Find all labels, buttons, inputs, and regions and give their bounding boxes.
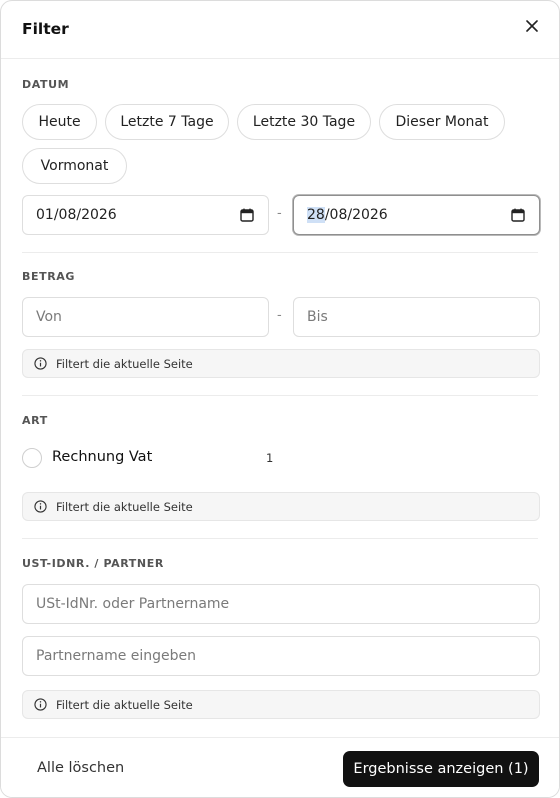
modal-title: Filter (22, 20, 69, 38)
vat-id-input[interactable]: USt-IdNr. oder Partnername (22, 584, 540, 624)
date-range-separator: - (277, 206, 282, 221)
divider (22, 395, 538, 396)
close-icon (526, 20, 538, 32)
chip-heute[interactable]: Heute (22, 104, 97, 140)
clear-all-button[interactable]: Alle löschen (37, 760, 124, 776)
date-to-rest: /08/2026 (324, 207, 388, 223)
chip-letzte-30-tage[interactable]: Letzte 30 Tage (237, 104, 371, 140)
amount-range-separator: - (277, 308, 282, 323)
modal-header: Filter (1, 1, 559, 59)
show-results-button[interactable]: Ergebnisse anzeigen (1) (343, 751, 539, 787)
type-info-note: Filtert die aktuelle Seite (22, 492, 540, 521)
section-label-betrag: BETRAG (22, 270, 76, 283)
partner-info-note: Filtert die aktuelle Seite (22, 690, 540, 719)
amount-from-placeholder: Von (36, 309, 62, 325)
rechnung-vat-label[interactable]: Rechnung Vat (52, 449, 152, 465)
info-icon (34, 500, 47, 513)
partner-name-placeholder: Partnername eingeben (36, 648, 197, 664)
modal-footer: Alle löschen Ergebnisse anzeigen (1) (1, 737, 559, 797)
chip-letzte-7-tage[interactable]: Letzte 7 Tage (105, 104, 229, 140)
section-label-art: ART (22, 414, 48, 427)
info-icon (34, 698, 47, 711)
date-to-input[interactable]: 28/08/2026 (293, 195, 540, 235)
section-label-datum: DATUM (22, 78, 70, 91)
section-label-partner: UST-IDNR. / PARTNER (22, 557, 164, 570)
divider (22, 538, 538, 539)
amount-to-input[interactable]: Bis (293, 297, 540, 337)
partner-info-text: Filtert die aktuelle Seite (56, 697, 193, 712)
partner-name-input[interactable]: Partnername eingeben (22, 636, 540, 676)
calendar-icon[interactable] (240, 208, 254, 222)
calendar-icon[interactable] (511, 208, 525, 222)
date-to-day-selected: 28 (307, 207, 325, 223)
divider (22, 252, 538, 253)
rechnung-vat-count: 1 (266, 451, 274, 465)
close-button[interactable] (521, 15, 543, 37)
chip-dieser-monat[interactable]: Dieser Monat (379, 104, 505, 140)
amount-from-input[interactable]: Von (22, 297, 269, 337)
chip-vormonat[interactable]: Vormonat (22, 148, 127, 184)
amount-info-text: Filtert die aktuelle Seite (56, 356, 193, 371)
info-icon (34, 357, 47, 370)
date-from-input[interactable]: 01/08/2026 (22, 195, 269, 235)
vat-id-placeholder: USt-IdNr. oder Partnername (36, 596, 230, 612)
amount-to-placeholder: Bis (307, 309, 328, 325)
date-from-value: 01/08/2026 (36, 207, 117, 223)
rechnung-vat-checkbox[interactable] (22, 448, 42, 468)
amount-info-note: Filtert die aktuelle Seite (22, 349, 540, 378)
type-info-text: Filtert die aktuelle Seite (56, 499, 193, 514)
filter-modal: Filter DATUM Heute Letzte 7 Tage Letzte … (0, 0, 560, 798)
